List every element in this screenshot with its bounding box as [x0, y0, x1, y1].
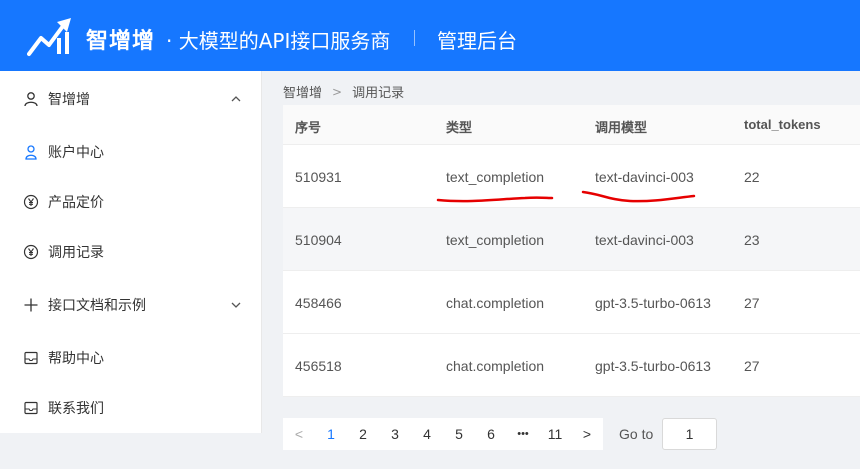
contact-mail-icon	[23, 400, 39, 416]
sidebar-item-label: 联系我们	[48, 401, 104, 417]
column-header-model: 调用模型	[595, 120, 648, 135]
help-mail-icon	[23, 350, 39, 366]
cell-type: text_completion	[446, 232, 545, 248]
cell-model: text-davinci-003	[595, 169, 694, 185]
cell-id: 458466	[295, 295, 342, 311]
sidebar-item-api-docs[interactable]: 接口文档和示例	[0, 285, 262, 325]
brand-tagline: · 大模型的API接口服务商	[166, 29, 391, 53]
page-button-5[interactable]: 5	[449, 426, 469, 442]
page-button-6[interactable]: 6	[481, 426, 501, 442]
sidebar-item-label: 帮助中心	[48, 351, 104, 367]
cell-id: 456518	[295, 358, 342, 374]
sidebar-item-call-records[interactable]: 调用记录	[0, 232, 262, 272]
records-table: 序号 类型 调用模型 total_tokens 510931 text_comp…	[283, 105, 860, 397]
pagination: < 1 2 3 4 5 6 ••• 11 >	[283, 418, 603, 450]
breadcrumb-root[interactable]: 智增增	[283, 82, 322, 101]
sidebar-item-account-group[interactable]: 智增增	[0, 79, 262, 119]
page-button-1[interactable]: 1	[321, 426, 341, 442]
table-row: 458466 chat.completion gpt-3.5-turbo-061…	[283, 271, 860, 334]
chevron-up-icon	[231, 96, 241, 102]
table-header: 序号 类型 调用模型 total_tokens	[283, 105, 860, 145]
sidebar-item-help-center[interactable]: 帮助中心	[0, 338, 262, 378]
column-header-tokens: total_tokens	[744, 117, 821, 132]
yen-circle-icon	[23, 194, 39, 210]
next-page-button[interactable]: >	[577, 426, 597, 442]
main-content: 智增增 > 调用记录 序号 类型 调用模型 total_tokens 51093…	[263, 71, 860, 469]
page-button-3[interactable]: 3	[385, 426, 405, 442]
cell-model: text-davinci-003	[595, 232, 694, 248]
table-row: 510931 text_completion text-davinci-003 …	[283, 145, 860, 208]
breadcrumb-separator: >	[332, 84, 343, 99]
cell-tokens: 27	[744, 358, 760, 374]
yen-circle-icon	[23, 244, 39, 260]
prev-page-button[interactable]: <	[289, 426, 309, 442]
more-pages-button[interactable]: •••	[512, 428, 534, 440]
cell-id: 510931	[295, 169, 342, 185]
header-divider	[414, 30, 415, 46]
sidebar-item-label: 产品定价	[48, 195, 104, 211]
user-icon	[23, 91, 39, 107]
goto-page-input[interactable]	[662, 418, 717, 450]
admin-title: 管理后台	[437, 29, 517, 53]
page-button-4[interactable]: 4	[417, 426, 437, 442]
cell-model: gpt-3.5-turbo-0613	[595, 358, 711, 374]
cell-tokens: 23	[744, 232, 760, 248]
user-outline-icon	[23, 144, 39, 160]
sidebar-item-account-center[interactable]: 账户中心	[0, 132, 262, 172]
sidebar-item-label: 智增增	[48, 92, 90, 108]
cell-id: 510904	[295, 232, 342, 248]
cell-tokens: 22	[744, 169, 760, 185]
plus-icon	[23, 297, 39, 313]
column-header-id: 序号	[295, 120, 322, 135]
sidebar: 智增增 账户中心 产品定价 调用记录 接口文档和示例 帮助中心 联系我们	[0, 71, 262, 433]
cell-model: gpt-3.5-turbo-0613	[595, 295, 711, 311]
sidebar-item-label: 调用记录	[48, 245, 104, 261]
sidebar-item-contact[interactable]: 联系我们	[0, 388, 262, 428]
cell-type: chat.completion	[446, 358, 545, 374]
cell-type: text_completion	[446, 169, 545, 185]
table-row: 510904 text_completion text-davinci-003 …	[283, 208, 860, 271]
page-button-2[interactable]: 2	[353, 426, 373, 442]
sidebar-item-label: 接口文档和示例	[48, 298, 146, 314]
table-row: 456518 chat.completion gpt-3.5-turbo-061…	[283, 334, 860, 397]
breadcrumb-current: 调用记录	[352, 86, 405, 101]
breadcrumb: 智增增 > 调用记录	[283, 82, 405, 102]
goto-label: Go to	[619, 426, 654, 442]
page-button-11[interactable]: 11	[544, 426, 566, 442]
chevron-down-icon	[231, 302, 241, 308]
sidebar-item-label: 账户中心	[48, 145, 104, 161]
column-header-type: 类型	[446, 120, 473, 135]
logo-icon	[27, 18, 71, 56]
sidebar-item-pricing[interactable]: 产品定价	[0, 182, 262, 222]
cell-type: chat.completion	[446, 295, 545, 311]
top-header: 智增增 · 大模型的API接口服务商 管理后台	[0, 0, 860, 71]
cell-tokens: 27	[744, 295, 760, 311]
brand-name: 智增增	[86, 29, 156, 54]
